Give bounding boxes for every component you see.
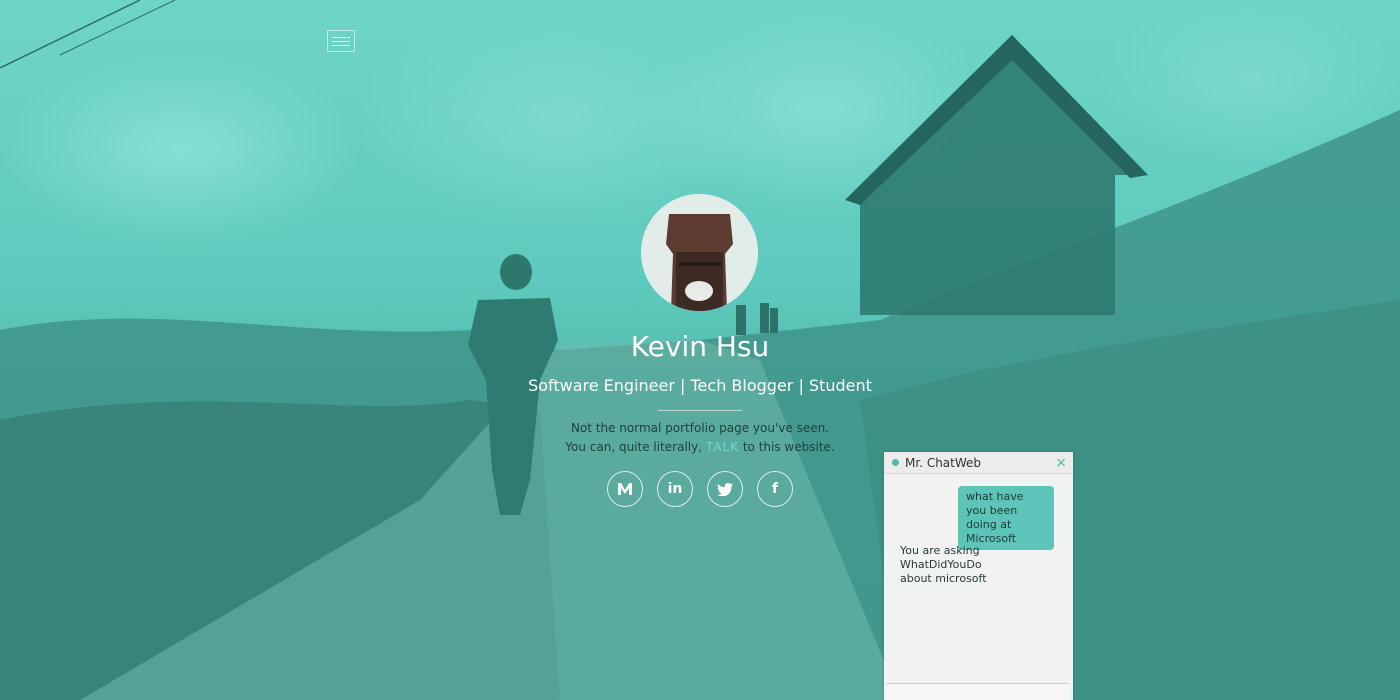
twitter-link[interactable] (707, 471, 743, 507)
hamburger-menu-button[interactable] (327, 30, 355, 52)
avatar-portrait (641, 194, 758, 311)
tagline-line-2-prefix: You can, quite literally, (565, 440, 706, 454)
avatar (641, 194, 758, 311)
facebook-icon: f (771, 481, 779, 497)
close-icon[interactable]: × (1055, 456, 1067, 470)
linkedin-icon: in (667, 481, 683, 497)
menu-icon-bar (332, 40, 350, 42)
profile-roles: Software Engineer | Tech Blogger | Stude… (528, 376, 872, 395)
twitter-icon (717, 482, 733, 496)
social-links: in f (607, 471, 793, 507)
chat-input[interactable] (886, 683, 1069, 700)
chat-title: Mr. ChatWeb (905, 455, 982, 470)
tagline: Not the normal portfolio page you've see… (0, 419, 1400, 457)
chat-window: Mr. ChatWeb × what have you been doing a… (884, 452, 1073, 700)
medium-icon (618, 483, 632, 495)
linkedin-link[interactable]: in (657, 471, 693, 507)
tagline-line-2-suffix: to this website. (739, 440, 835, 454)
bot-message-line: about microsoft (900, 572, 987, 585)
medium-link[interactable] (607, 471, 643, 507)
facebook-link[interactable]: f (757, 471, 793, 507)
chat-header: Mr. ChatWeb × (884, 452, 1073, 474)
tagline-line-1: Not the normal portfolio page you've see… (570, 421, 830, 435)
divider (658, 410, 742, 411)
menu-icon-bar (332, 44, 350, 46)
tagline-highlight: TALK (705, 440, 740, 454)
bot-message-line: You are asking (900, 544, 980, 557)
profile-name: Kevin Hsu (630, 330, 770, 363)
online-status-icon (892, 459, 899, 466)
bot-message: You are asking WhatDidYouDo about micros… (900, 544, 1010, 586)
menu-icon-bar (332, 36, 350, 38)
user-message: what have you been doing at Microsoft (958, 486, 1054, 550)
bot-message-line: WhatDidYouDo (900, 558, 982, 571)
